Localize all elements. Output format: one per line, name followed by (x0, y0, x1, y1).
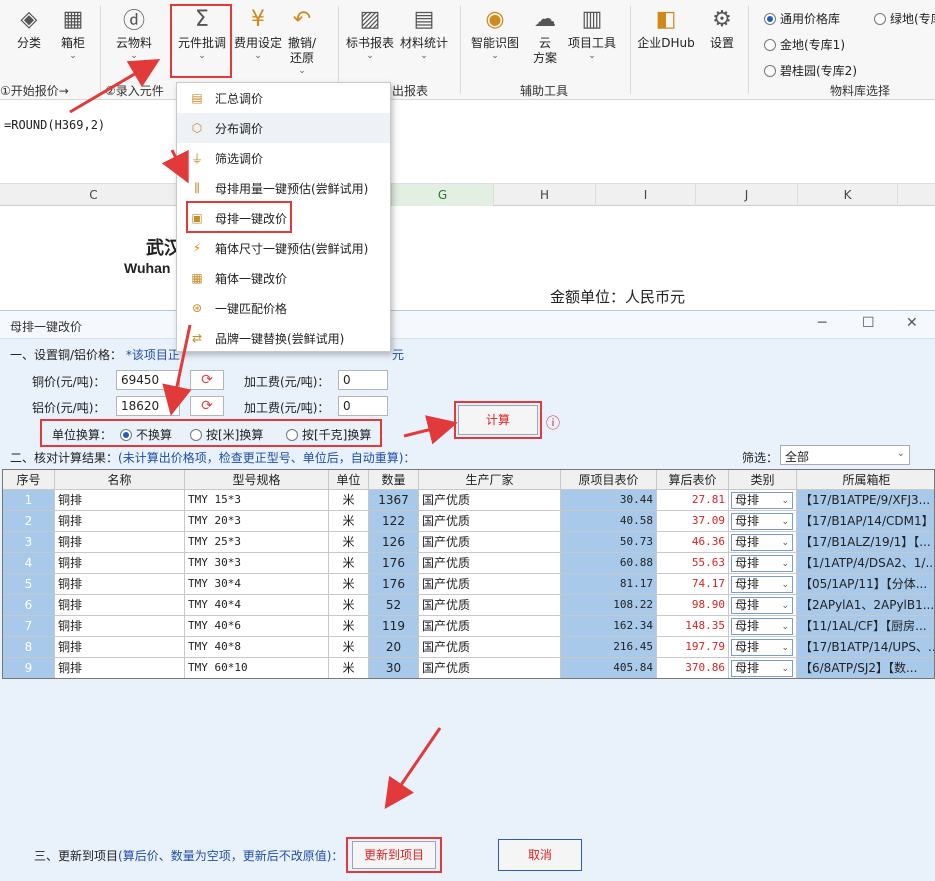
arrow-to-busbar-item (161, 149, 189, 184)
arrow-to-batch-adjust (69, 58, 161, 114)
arrow-to-update (384, 727, 442, 809)
arrow-to-unit-conversion (162, 324, 192, 416)
annotation-arrows (69, 58, 458, 809)
arrow-to-calc (403, 415, 458, 445)
